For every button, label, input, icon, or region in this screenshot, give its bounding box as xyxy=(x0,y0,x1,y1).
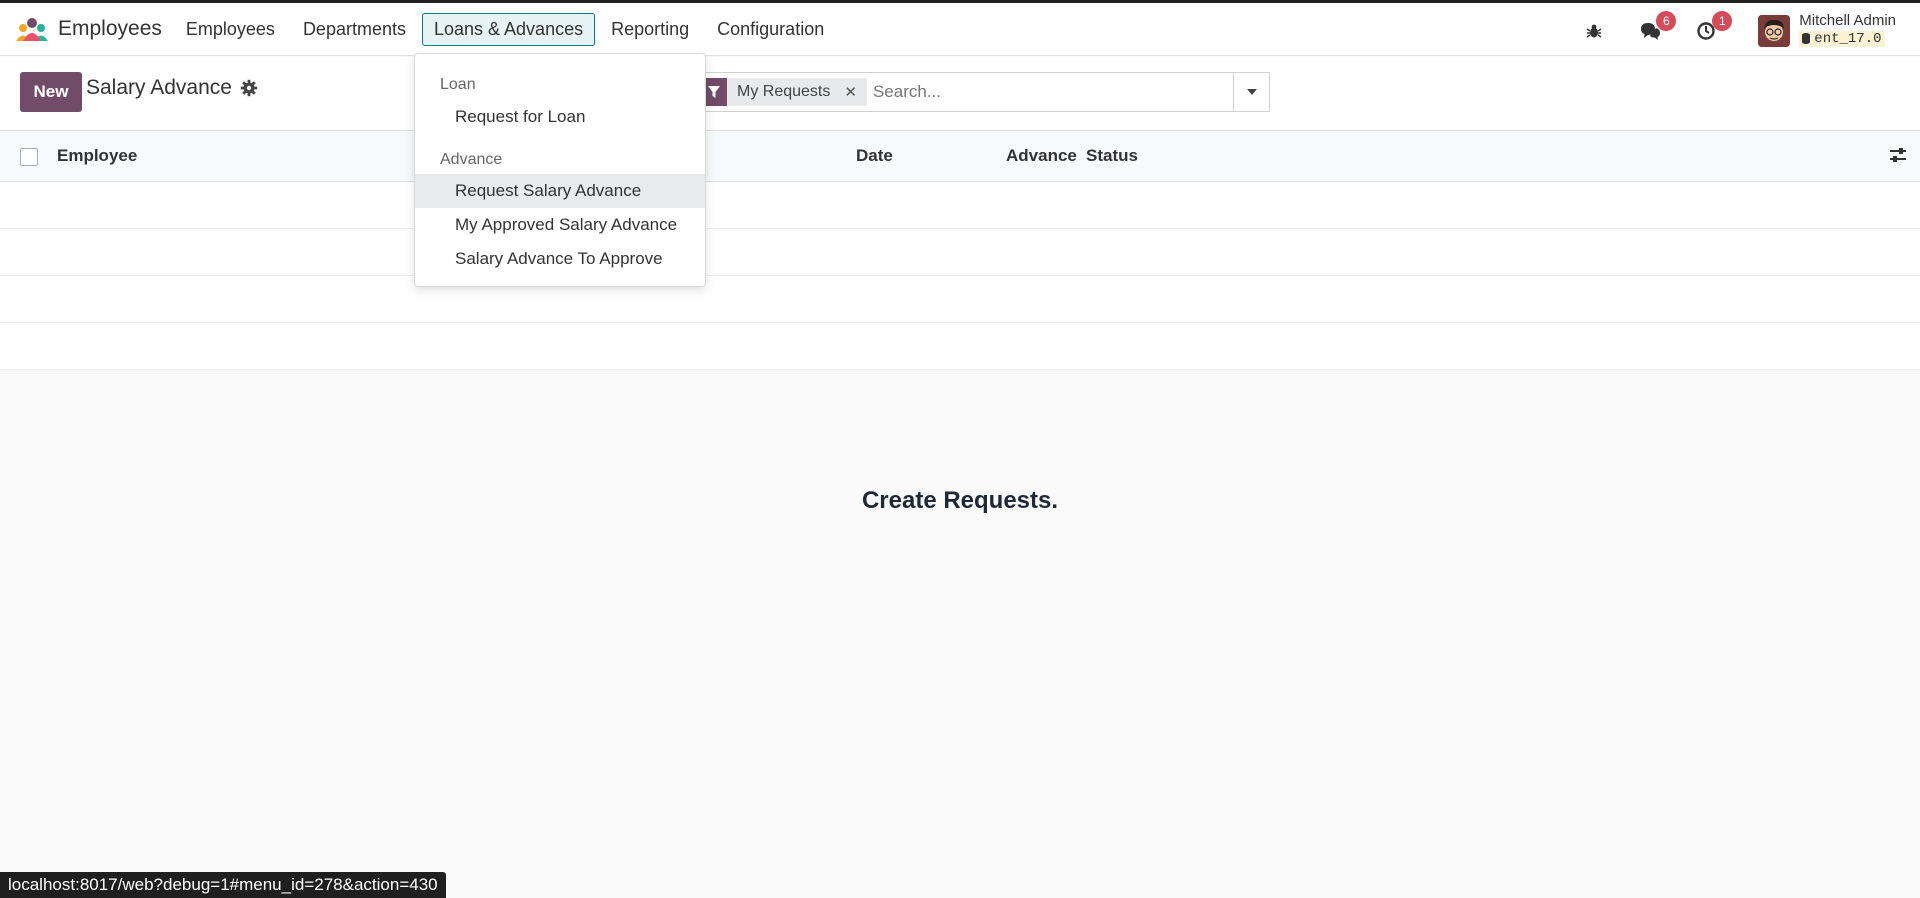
database-label: ent_17.0 xyxy=(1814,30,1882,47)
nav-item-loans-advances[interactable]: Loans & Advances xyxy=(421,12,596,46)
empty-list-message: Create Requests. xyxy=(861,487,1059,514)
dropdown-section-advance: Advance xyxy=(440,151,503,168)
caret-down-icon xyxy=(1246,89,1257,95)
menu-item-request-salary-advance[interactable]: Request Salary Advance xyxy=(415,174,705,208)
new-button[interactable]: New xyxy=(20,72,82,112)
user-name: Mitchell Admin xyxy=(1799,12,1896,30)
select-all-checkbox[interactable] xyxy=(20,148,38,166)
browser-status-url: localhost:8017/web?debug=1#menu_id=278&a… xyxy=(0,872,446,898)
employees-app-icon xyxy=(14,15,50,43)
table-row xyxy=(0,182,1920,229)
bug-icon[interactable] xyxy=(1582,19,1606,43)
table-row xyxy=(0,276,1920,323)
messages-icon[interactable]: 6 xyxy=(1638,11,1677,43)
activities-badge: 1 xyxy=(1712,11,1733,31)
search-facet: My Requests ✕ xyxy=(727,78,867,106)
user-menu[interactable]: Mitchell Admin ent_17.0 xyxy=(1799,12,1896,49)
close-icon[interactable]: ✕ xyxy=(844,83,857,101)
gear-icon[interactable] xyxy=(240,79,258,97)
page-title: Salary Advance xyxy=(86,76,232,99)
search-facet-label: My Requests xyxy=(737,83,831,100)
list-header: Employee Date Advance Status xyxy=(0,132,1920,182)
table-row xyxy=(0,323,1920,370)
activities-icon[interactable]: 1 xyxy=(1694,11,1733,43)
messages-badge: 6 xyxy=(1656,11,1677,31)
table-row xyxy=(0,229,1920,276)
column-status[interactable]: Status xyxy=(1086,146,1138,166)
nav-item-reporting[interactable]: Reporting xyxy=(599,13,701,46)
menu-item-salary-advance-to-approve[interactable]: Salary Advance To Approve xyxy=(415,242,705,276)
app-brand[interactable]: Employees xyxy=(14,15,174,43)
column-date[interactable]: Date xyxy=(856,146,893,166)
database-name: ent_17.0 xyxy=(1799,30,1885,48)
column-advance[interactable]: Advance xyxy=(1006,146,1077,166)
user-avatar[interactable] xyxy=(1758,15,1791,47)
nav-item-employees[interactable]: Employees xyxy=(174,13,287,46)
loans-advances-dropdown: Loan Request for Loan Advance Request Sa… xyxy=(414,53,706,287)
nav-item-configuration[interactable]: Configuration xyxy=(705,13,836,46)
app-name: Employees xyxy=(58,17,162,40)
systray: 6 1 Mitchell Admin ent_17.0 xyxy=(1582,3,1920,59)
top-navbar: Employees Employees Departments Loans & … xyxy=(0,0,1920,56)
search-options-toggle[interactable] xyxy=(1233,73,1269,111)
search-bar: My Requests ✕ xyxy=(700,72,1270,112)
menu-item-request-for-loan[interactable]: Request for Loan xyxy=(415,100,705,134)
dropdown-section-loan: Loan xyxy=(440,76,476,93)
column-employee[interactable]: Employee xyxy=(57,146,137,166)
search-input[interactable] xyxy=(872,82,1233,102)
menu-item-my-approved-salary-advance[interactable]: My Approved Salary Advance xyxy=(415,208,705,242)
optional-columns-icon[interactable] xyxy=(1888,145,1908,170)
control-panel: New Salary Advance My Requests ✕ xyxy=(0,57,1920,131)
nav-item-departments[interactable]: Departments xyxy=(291,13,418,46)
database-icon xyxy=(1802,33,1811,45)
